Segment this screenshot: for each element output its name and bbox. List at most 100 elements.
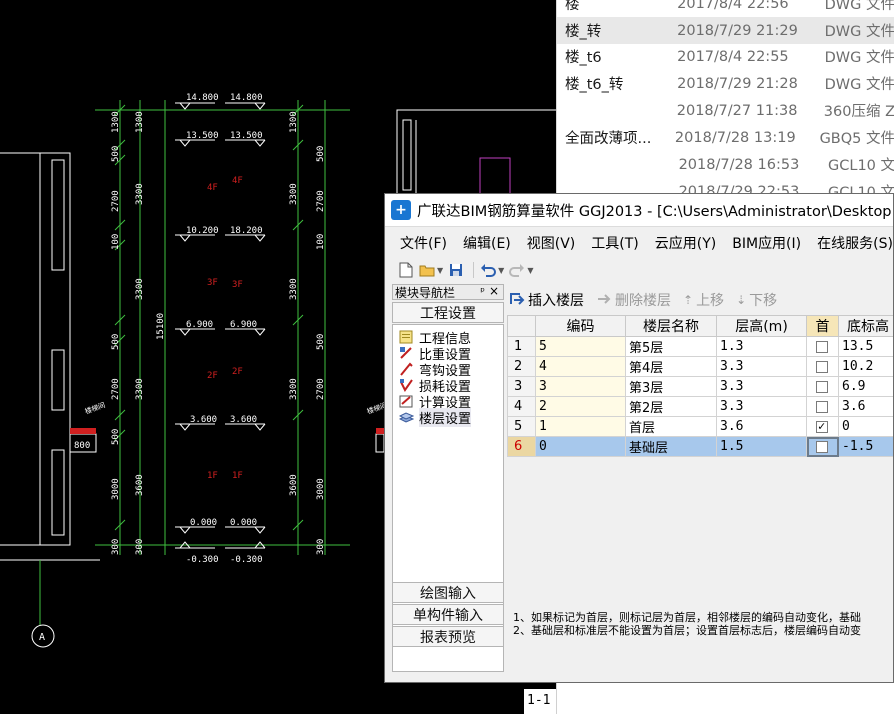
menu-view[interactable]: 视图(V) [517,233,582,253]
menu-bar: 文件(F) 编辑(E) 视图(V) 工具(T) 云应用(Y) BIM应用(I) … [385,230,893,256]
wall-tag-label: 800 [74,441,90,451]
file-explorer-list[interactable]: 楼 2017/8/4 22:56 DWG 文件 楼_转 2018/7/29 21… [556,0,894,205]
nav-section-report-preview[interactable]: 报表预览 [392,626,504,647]
header-bottom-elevation[interactable]: 底标高 [838,315,893,337]
file-row[interactable]: 2018/7/27 11:38 360压缩 Z [557,97,894,124]
header-first-floor[interactable]: 首 [806,315,839,337]
undo-icon[interactable] [479,261,497,279]
tree-item-floor-settings[interactable]: 楼层设置 [399,407,472,427]
header-code[interactable]: 编码 [535,315,626,337]
cell-first-floor [806,416,839,437]
cell-floor-height[interactable]: 1.5 [716,436,807,457]
nav-section-drawing-input[interactable]: 绘图输入 [392,582,504,603]
file-row[interactable]: 全面改薄项... 2018/7/28 13:19 GBQ5 文件 [557,124,894,151]
move-up-button[interactable]: ⇡ 上移 [683,290,724,310]
ggj-main-window[interactable]: + 广联达BIM钢筋算量软件 GGJ2013 - [C:\Users\Admin… [384,193,894,683]
table-row[interactable]: 5 1 首层 3.6 0 [507,416,893,437]
chevron-down-icon[interactable]: ▼ [437,266,443,275]
title-bar[interactable]: + 广联达BIM钢筋算量软件 GGJ2013 - [C:\Users\Admin… [385,194,893,227]
move-up-label: 上移 [696,293,725,309]
elev-m0300-b: -0.300 [230,555,263,565]
first-floor-checkbox[interactable] [816,380,828,393]
chevron-down-icon[interactable]: ▼ [498,266,504,275]
menu-online[interactable]: 在线服务(S) [807,233,893,253]
file-date: 2018/7/28 16:53 [678,156,800,173]
menu-file[interactable]: 文件(F) [385,233,453,253]
cell-floor-name[interactable]: 首层 [625,416,717,437]
first-floor-checkbox[interactable] [816,440,828,453]
close-icon[interactable]: × [489,284,499,298]
table-row-selected[interactable]: 6 0 基础层 1.5 -1.5 [507,436,893,457]
file-row[interactable]: 楼 2017/8/4 22:56 DWG 文件 [557,0,894,17]
nav-section-component-input[interactable]: 单构件输入 [392,604,504,625]
header-floor-height[interactable]: 层高(m) [716,315,807,337]
cell-code[interactable]: 0 [535,436,626,457]
floor-toolbar: 插入楼层 删除楼层 ⇡ 上移 ⇣ 下移 [509,290,893,310]
cell-floor-height[interactable]: 1.3 [716,336,807,357]
cell-code[interactable]: 3 [535,376,626,397]
file-name: 楼_t6_转 [565,77,624,93]
cell-floor-name[interactable]: 基础层 [625,436,717,457]
cell-floor-name[interactable]: 第3层 [625,376,717,397]
menu-tools[interactable]: 工具(T) [581,233,644,253]
cell-floor-height[interactable]: 3.3 [716,356,807,377]
cell-code[interactable]: 1 [535,416,626,437]
menu-edit[interactable]: 编辑(E) [453,233,517,253]
cell-bottom-elevation[interactable]: 6.9 [838,376,893,397]
file-row-selected[interactable]: 楼_转 2018/7/29 21:29 DWG 文件 [557,17,894,44]
header-floor-name[interactable]: 楼层名称 [625,315,717,337]
table-row[interactable]: 3 3 第3层 3.3 6.9 [507,376,893,397]
cell-code[interactable]: 5 [535,336,626,357]
dim-l-2: 500 [111,146,121,162]
elev-3600-a: 3.600 [190,415,217,425]
cell-floor-name[interactable]: 第5层 [625,336,717,357]
pin-icon[interactable]: ᵖ [480,285,485,298]
cell-code[interactable]: 4 [535,356,626,377]
save-icon[interactable] [447,261,465,279]
table-row[interactable]: 1 5 第5层 1.3 13.5 [507,336,893,357]
magenta-lines [479,157,511,193]
new-file-icon[interactable] [397,261,415,279]
file-date: 2018/7/27 11:38 [676,102,798,119]
floor-table[interactable]: 编码 楼层名称 层高(m) 首 底标高 1 5 第5层 1.3 13.5 2 4… [507,315,893,457]
sheet-tab-label[interactable]: 1-1 [524,689,556,714]
file-row[interactable]: 2018/7/28 16:53 GCL10 文 [557,151,894,178]
file-row[interactable]: 楼_t6 2017/8/4 22:55 DWG 文件 [557,43,894,70]
cell-floor-height[interactable]: 3.3 [716,396,807,417]
delete-floor-button[interactable]: 删除楼层 [596,290,671,310]
first-floor-checkbox[interactable] [816,340,828,353]
elev-14800-b: 14.800 [230,93,263,103]
cell-floor-name[interactable]: 第2层 [625,396,717,417]
file-row[interactable]: 楼_t6_转 2018/7/29 21:28 DWG 文件 [557,70,894,97]
cell-floor-name[interactable]: 第4层 [625,356,717,377]
table-row[interactable]: 2 4 第4层 3.3 10.2 [507,356,893,377]
file-name: 楼 [565,0,580,13]
chevron-down-icon[interactable]: ▼ [527,266,533,275]
insert-floor-button[interactable]: 插入楼层 [509,290,584,310]
first-floor-checkbox[interactable] [816,360,828,373]
cell-bottom-elevation[interactable]: 0 [838,416,893,437]
cell-bottom-elevation[interactable]: 10.2 [838,356,893,377]
first-floor-checkbox-checked[interactable] [816,419,828,433]
dim-l-4: 100 [111,234,121,250]
dim-r-8: 2700 [316,378,326,400]
nav-section-project-settings[interactable]: 工程设置 [392,302,504,323]
cell-code[interactable]: 2 [535,396,626,417]
open-folder-icon[interactable] [418,261,436,279]
table-row[interactable]: 4 2 第2层 3.3 3.6 [507,396,893,417]
wall-tag-box-2 [375,433,385,453]
table-header-row: 编码 楼层名称 层高(m) 首 底标高 [507,315,893,337]
first-floor-checkbox[interactable] [816,400,828,413]
move-down-button[interactable]: ⇣ 下移 [736,290,777,310]
redo-icon[interactable] [508,261,526,279]
cell-floor-height[interactable]: 3.3 [716,376,807,397]
cell-bottom-elevation[interactable]: 3.6 [838,396,893,417]
cell-floor-height[interactable]: 3.6 [716,416,807,437]
cell-bottom-elevation[interactable]: 13.5 [838,336,893,357]
cell-bottom-elevation[interactable]: -1.5 [838,436,893,457]
nav-header-title: 模块导航栏 [395,285,456,300]
insert-floor-label: 插入楼层 [528,293,584,309]
elev-6900-a: 6.900 [186,320,213,330]
menu-cloud[interactable]: 云应用(Y) [645,233,722,253]
menu-bim[interactable]: BIM应用(I) [722,233,807,253]
